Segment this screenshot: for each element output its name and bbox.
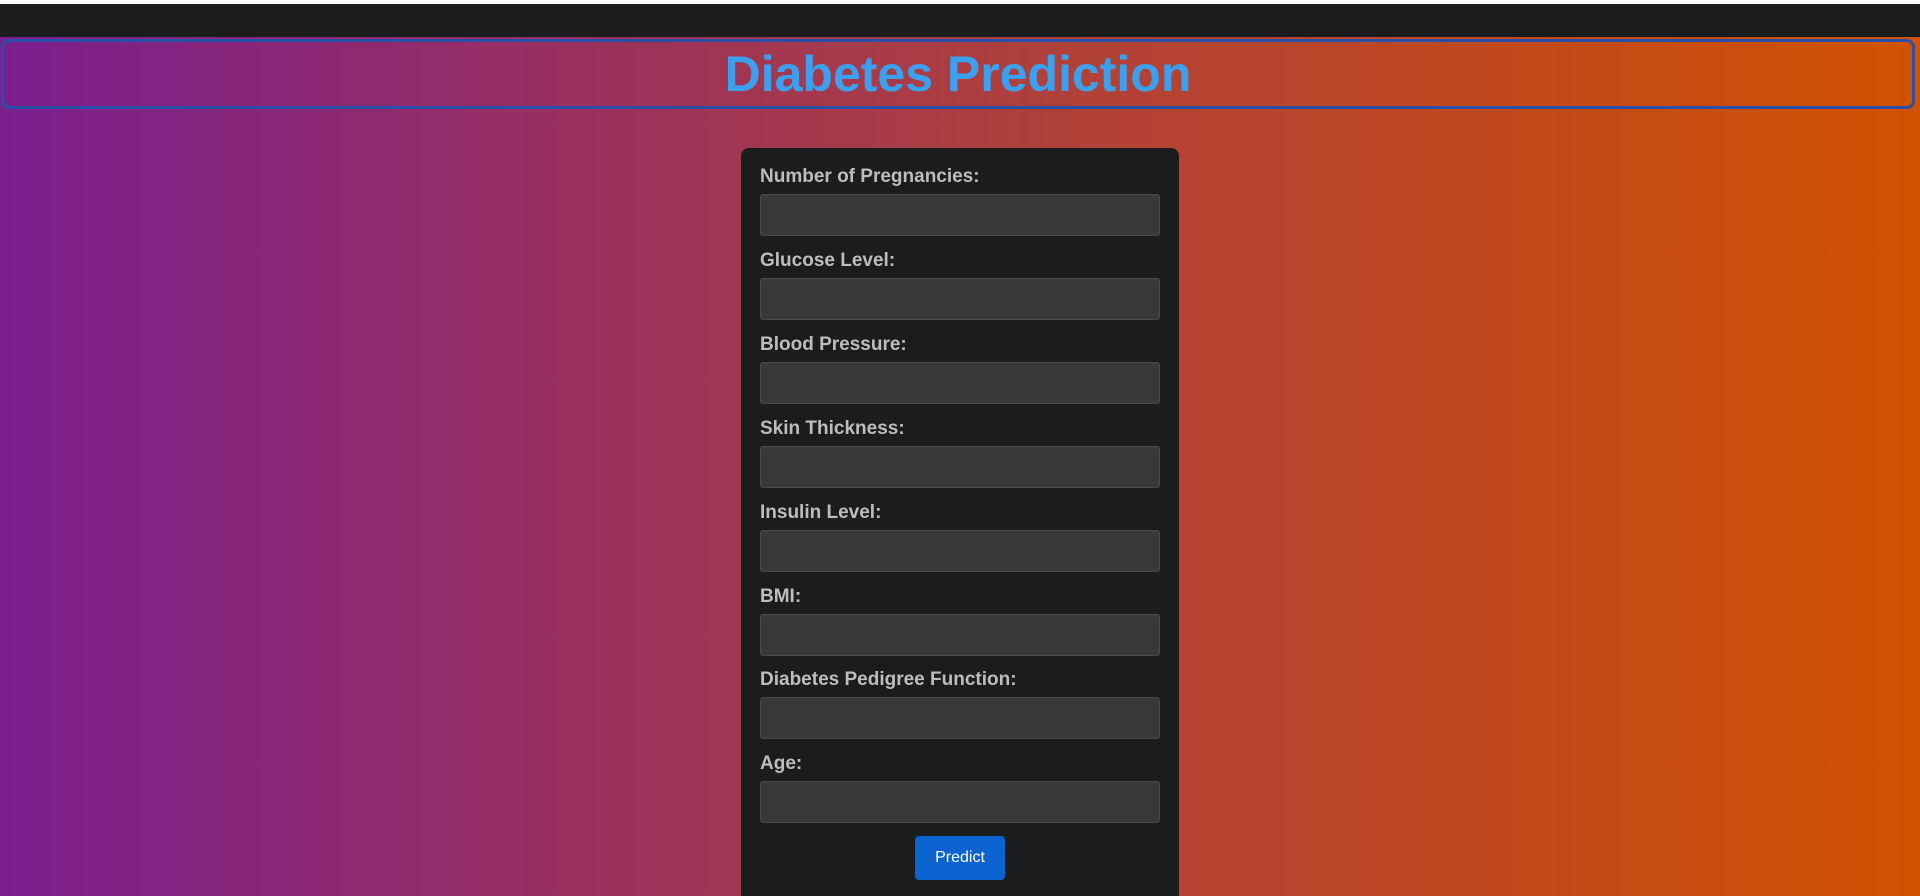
glucose-label: Glucose Level:	[760, 250, 896, 271]
field-insulin: Insulin Level:	[760, 502, 1160, 572]
field-glucose: Glucose Level:	[760, 250, 1160, 320]
pedigree-label: Diabetes Pedigree Function:	[760, 669, 1017, 690]
pregnancies-label: Number of Pregnancies:	[760, 166, 980, 187]
page-title: Diabetes Prediction	[724, 46, 1192, 102]
pedigree-input[interactable]	[760, 697, 1160, 739]
insulin-label: Insulin Level:	[760, 502, 882, 523]
blood-pressure-input[interactable]	[760, 362, 1160, 404]
predict-button[interactable]: Predict	[915, 836, 1005, 880]
field-blood-pressure: Blood Pressure:	[760, 334, 1160, 404]
skin-thickness-label: Skin Thickness:	[760, 418, 905, 439]
bmi-input[interactable]	[760, 614, 1160, 656]
blood-pressure-label: Blood Pressure:	[760, 334, 907, 355]
age-input[interactable]	[760, 781, 1160, 823]
field-pregnancies: Number of Pregnancies:	[760, 166, 1160, 236]
glucose-input[interactable]	[760, 278, 1160, 320]
skin-thickness-input[interactable]	[760, 446, 1160, 488]
page-header: Diabetes Prediction	[1, 39, 1915, 109]
prediction-form: Number of Pregnancies: Glucose Level: Bl…	[741, 148, 1179, 896]
field-skin-thickness: Skin Thickness:	[760, 418, 1160, 488]
field-age: Age:	[760, 753, 1160, 823]
bmi-label: BMI:	[760, 586, 802, 607]
field-pedigree: Diabetes Pedigree Function:	[760, 669, 1160, 739]
insulin-input[interactable]	[760, 530, 1160, 572]
pregnancies-input[interactable]	[760, 194, 1160, 236]
field-bmi: BMI:	[760, 586, 1160, 656]
browser-top-strip	[0, 0, 1920, 4]
age-label: Age:	[760, 753, 803, 774]
